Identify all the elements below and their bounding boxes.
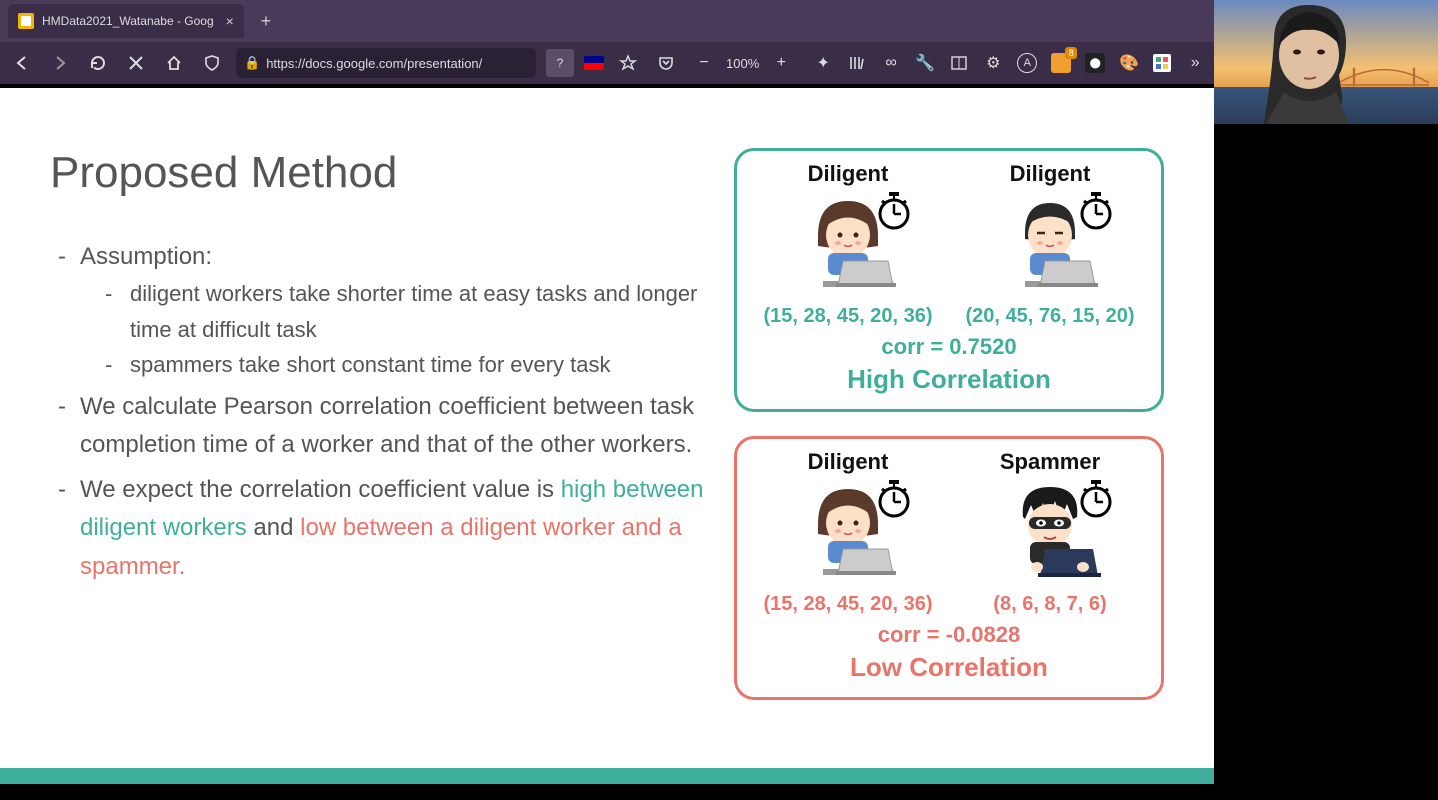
scissors-icon — [127, 54, 145, 72]
right-black-panel — [1214, 84, 1438, 800]
arrow-left-icon — [13, 54, 31, 72]
worker-label: Diligent — [808, 449, 889, 475]
bullet-assumption-1: diligent workers take shorter time at ea… — [80, 276, 734, 346]
worker-label: Diligent — [1010, 161, 1091, 187]
zoom-controls: − 100% + — [690, 49, 795, 77]
bullet-pearson: We calculate Pearson correlation coeffic… — [50, 388, 734, 465]
reader-ext-icon[interactable] — [949, 53, 969, 73]
forward-button[interactable] — [46, 49, 74, 77]
correlation-value: corr = 0.7520 — [747, 334, 1151, 360]
pocket-icon — [657, 54, 675, 72]
correlation-value: corr = -0.0828 — [747, 622, 1151, 648]
diligent-worker-2: Diligent — [955, 161, 1145, 328]
zoom-in-button[interactable]: + — [767, 49, 795, 77]
slide-figure-column: Diligent — [734, 148, 1164, 764]
url-bar[interactable]: 🔒 https://docs.google.com/presentation/ — [236, 48, 536, 78]
bookmark-button[interactable] — [614, 49, 642, 77]
browser-window: HMData2021_Watanabe - Goog × + — [0, 0, 1438, 800]
help-button[interactable]: ? — [546, 49, 574, 77]
slides-favicon-icon — [18, 13, 34, 29]
correlation-label: Low Correlation — [747, 652, 1151, 683]
worker-numbers: (8, 6, 8, 7, 6) — [993, 593, 1106, 616]
worker-label: Spammer — [1000, 449, 1100, 475]
zoom-level: 100% — [726, 56, 759, 71]
bullet-assumption-2: spammers take short constant time for ev… — [80, 347, 734, 382]
sparkle-ext-icon[interactable]: ✦ — [813, 53, 833, 73]
worker-numbers: (15, 28, 45, 20, 36) — [763, 593, 932, 616]
lock-icon: 🔒 — [244, 55, 260, 71]
browser-tab[interactable]: HMData2021_Watanabe - Goog × — [8, 4, 244, 38]
diligent-woman-icon — [793, 191, 903, 296]
flower-ext-icon[interactable]: 🎨 — [1119, 53, 1139, 73]
devtools-button[interactable] — [122, 49, 150, 77]
star-icon — [619, 54, 637, 72]
bullet-list: Assumption: diligent workers take shorte… — [50, 238, 734, 586]
pocket-button[interactable] — [652, 49, 680, 77]
diligent-worker-3: Diligent — [753, 449, 943, 616]
worker-numbers: (15, 28, 45, 20, 36) — [763, 305, 932, 328]
tab-title: HMData2021_Watanabe - Goog — [42, 14, 214, 28]
home-icon — [165, 54, 183, 72]
worker-numbers: (20, 45, 76, 15, 20) — [965, 305, 1134, 328]
high-correlation-card: Diligent — [734, 148, 1164, 412]
new-tab-button[interactable]: + — [252, 7, 280, 35]
arrow-right-icon — [51, 54, 69, 72]
back-button[interactable] — [8, 49, 36, 77]
library-ext-icon[interactable] — [847, 53, 867, 73]
bullet-expect: We expect the correlation coefficient va… — [50, 471, 734, 586]
shield-button[interactable] — [198, 49, 226, 77]
diligent-man-icon — [995, 191, 1105, 296]
dark-ext-icon[interactable]: ⬤ — [1085, 53, 1105, 73]
diligent-woman-icon — [793, 479, 903, 584]
slide: Proposed Method Assumption: diligent wor… — [0, 88, 1214, 784]
bullet-assumption: Assumption: — [80, 243, 212, 270]
reload-icon — [89, 54, 107, 72]
spammer-worker: Spammer — [955, 449, 1145, 616]
diligent-worker-1: Diligent — [753, 161, 943, 328]
shield-icon — [203, 54, 221, 72]
presenter-silhouette-icon — [1254, 0, 1364, 124]
correlation-label: High Correlation — [747, 364, 1151, 395]
reload-button[interactable] — [84, 49, 112, 77]
gear-ext-icon[interactable]: ⚙ — [983, 53, 1003, 73]
home-button[interactable] — [160, 49, 188, 77]
spammer-thief-icon — [995, 479, 1105, 584]
a-ext-icon[interactable]: A — [1017, 53, 1037, 73]
orange-ext-icon[interactable] — [1051, 53, 1071, 73]
viewport: Proposed Method Assumption: diligent wor… — [0, 84, 1438, 800]
bullet-expect-pre: We expect the correlation coefficient va… — [80, 476, 561, 503]
colors-ext-icon[interactable] — [1153, 54, 1171, 72]
presentation-area[interactable]: Proposed Method Assumption: diligent wor… — [0, 84, 1214, 800]
zoom-out-button[interactable]: − — [690, 49, 718, 77]
close-tab-icon[interactable]: × — [226, 13, 234, 29]
low-correlation-card: Diligent — [734, 436, 1164, 700]
slide-title: Proposed Method — [50, 148, 734, 198]
url-text: https://docs.google.com/presentation/ — [266, 56, 482, 71]
worker-label: Diligent — [808, 161, 889, 187]
bullet-expect-and: and — [247, 514, 300, 541]
overflow-ext-icon[interactable]: » — [1185, 53, 1205, 73]
flag-icon[interactable] — [584, 53, 604, 73]
wrench-ext-icon[interactable]: 🔧 — [915, 53, 935, 73]
webcam-overlay — [1214, 0, 1438, 124]
mask-ext-icon[interactable]: ∞ — [881, 53, 901, 73]
slide-footer-bar — [0, 768, 1214, 784]
slide-text-column: Proposed Method Assumption: diligent wor… — [50, 148, 734, 764]
